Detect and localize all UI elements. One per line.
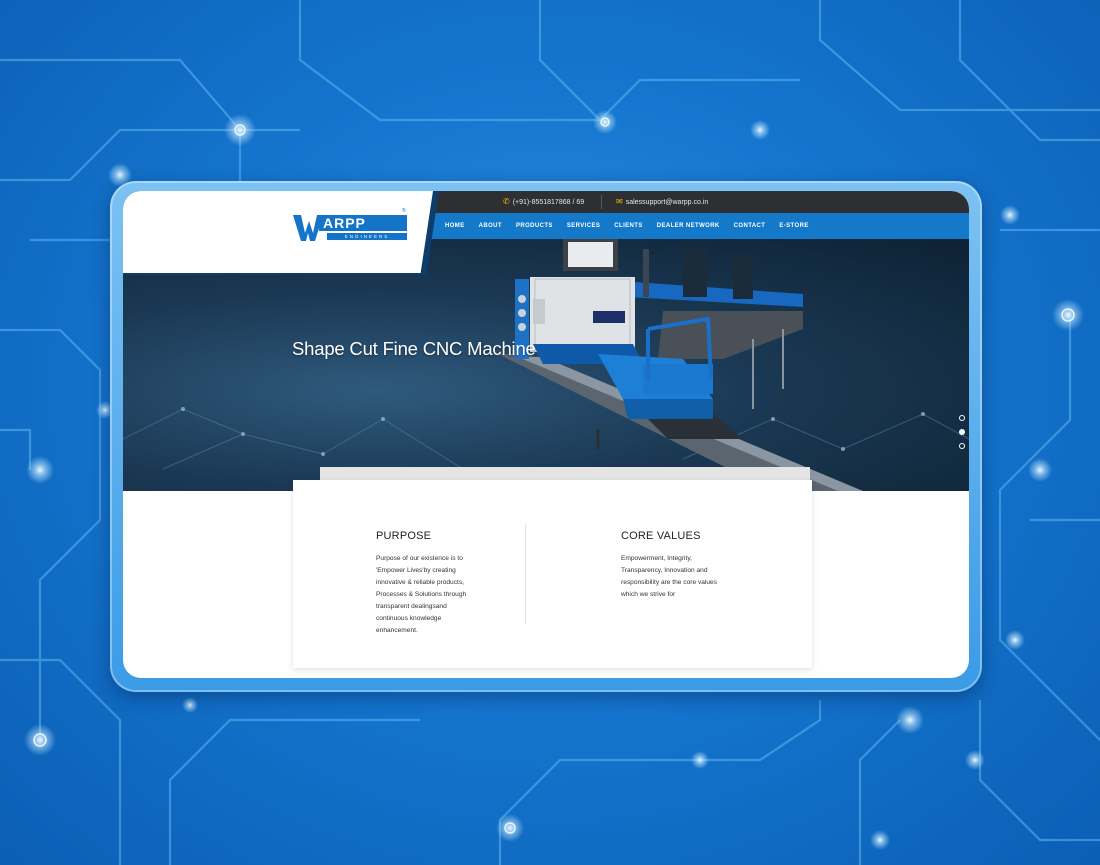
nav-e-store[interactable]: E-STORE <box>772 223 815 229</box>
warpp-logo[interactable]: ARPP ENGINEERS ® <box>293 208 408 243</box>
phone-number: (+91)-8551817868 / 69 <box>512 198 585 206</box>
nav-services[interactable]: SERVICES <box>560 223 607 229</box>
nav-products[interactable]: PRODUCTS <box>509 223 560 229</box>
nav-home[interactable]: HOME <box>438 223 472 229</box>
email-contact[interactable]: ✉ salessupport@warpp.co.in <box>616 198 708 206</box>
phone-icon: ✆ <box>503 197 510 206</box>
nav-dealer-network[interactable]: DEALER NETWORK <box>650 223 727 229</box>
logo-wordmark: ARPP <box>319 215 407 231</box>
nav-contact[interactable]: CONTACT <box>727 223 773 229</box>
slider-dot-3[interactable] <box>959 443 965 449</box>
main-nav: HOME ABOUT PRODUCTS SERVICES CLIENTS DEA… <box>438 213 816 239</box>
website-screen: ✆ (+91)-8551817868 / 69 ✉ salessupport@w… <box>123 191 969 678</box>
hero-slider: Shape Cut Fine CNC Machine <box>123 239 969 491</box>
cnc-machine-image <box>123 239 969 491</box>
purpose-section: PURPOSE Purpose of our existence is to '… <box>376 530 486 637</box>
section-divider <box>525 524 526 624</box>
phone-contact[interactable]: ✆ (+91)-8551817868 / 69 <box>503 198 584 206</box>
info-card: PURPOSE Purpose of our existence is to '… <box>293 480 812 668</box>
purpose-title: PURPOSE <box>376 530 432 542</box>
logo-subtitle: ENGINEERS <box>327 233 407 240</box>
nav-clients[interactable]: CLIENTS <box>607 223 649 229</box>
slider-dot-2[interactable] <box>959 429 965 435</box>
slider-dot-1[interactable] <box>959 415 965 421</box>
core-values-text: Empowerment, Integrity, Transparency, In… <box>621 555 718 598</box>
nav-about[interactable]: ABOUT <box>472 223 509 229</box>
email-address: salessupport@warpp.co.in <box>625 198 709 206</box>
hero-title: Shape Cut Fine CNC Machine <box>292 338 536 359</box>
core-values-section: CORE VALUES Empowerment, Integrity, Tran… <box>621 530 731 601</box>
purpose-text: Purpose of our existence is to 'Empower … <box>376 555 467 634</box>
contact-separator <box>601 195 602 209</box>
envelope-icon: ✉ <box>616 197 623 206</box>
logo-registered-mark: ® <box>402 208 406 214</box>
core-values-title: CORE VALUES <box>621 530 701 542</box>
